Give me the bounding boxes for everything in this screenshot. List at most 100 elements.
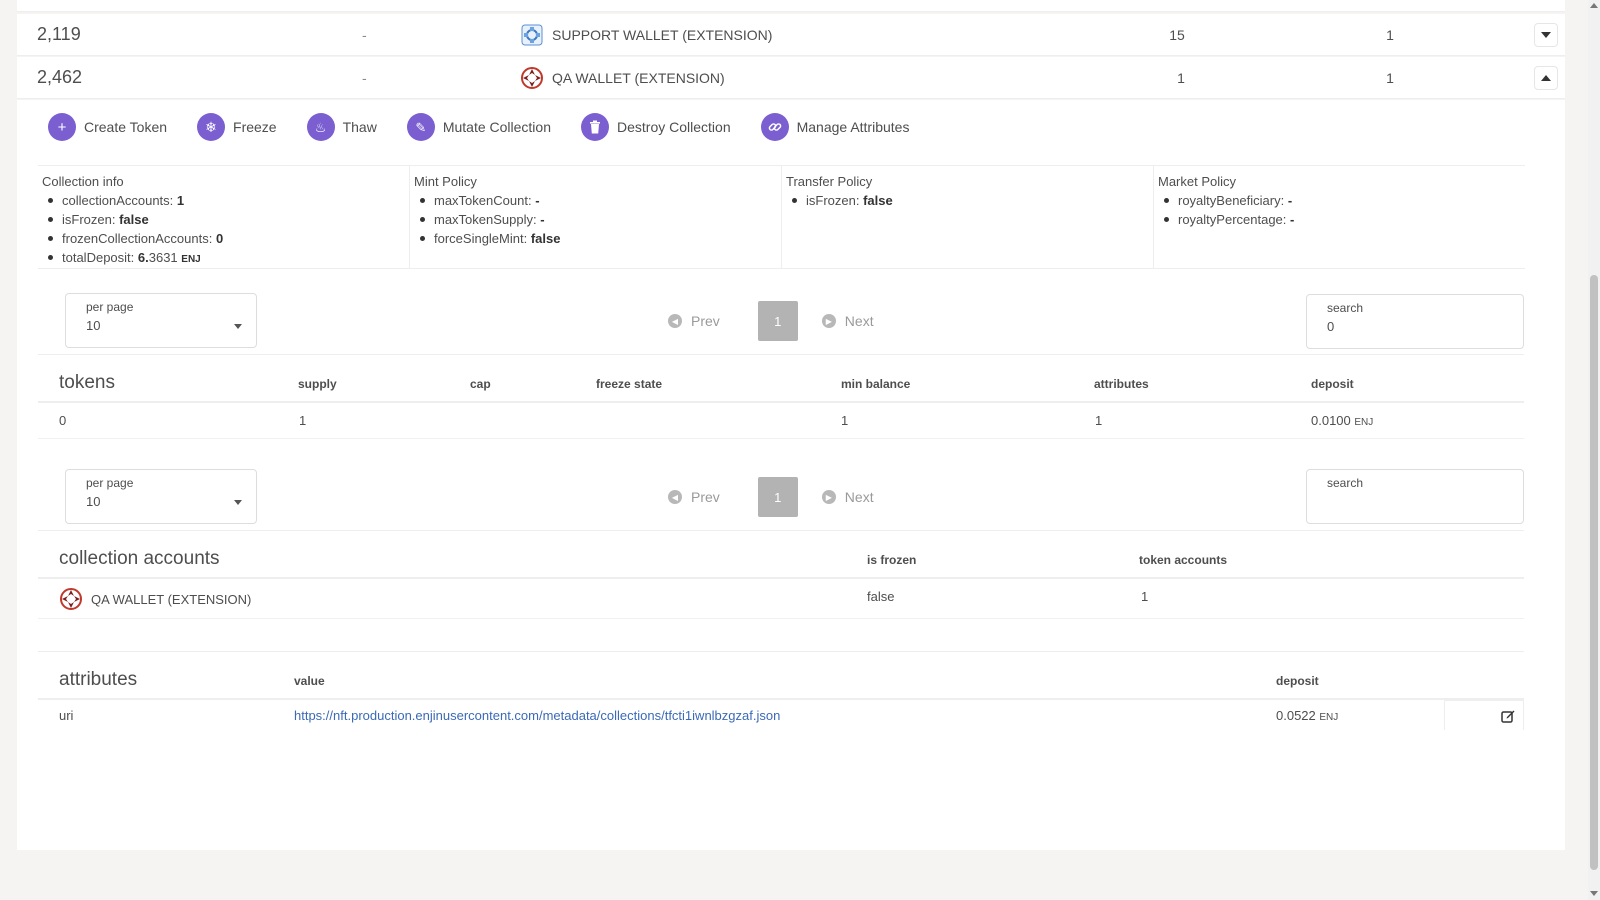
collection-accounts-table: collection accounts is frozen token acco… [38,530,1524,619]
accounts-per-page-select[interactable]: per page 10 [65,469,257,524]
scroll-thumb[interactable] [1590,275,1598,870]
chevron-down-icon [1541,31,1551,38]
column-header[interactable]: token accounts [1139,553,1227,567]
table-row[interactable]: 0 1 1 1 0.0100 ENJ [38,403,1524,439]
token-supply: 1 [299,413,307,428]
collection-id: 2,119 [37,24,81,44]
info-title: Collection info [42,174,124,189]
prev-button[interactable]: ◀ Prev [668,489,720,505]
action-label: Freeze [233,119,277,135]
owner-name: SUPPORT WALLET (EXTENSION) [552,26,773,43]
thaw-button[interactable]: ♨ Thaw [306,113,377,141]
column-header[interactable]: deposit [1276,674,1319,688]
table-row[interactable]: QA WALLET (EXTENSION) false 1 [38,579,1524,619]
plus-icon: + [48,113,76,141]
attribute-deposit: 0.0522 ENJ [1276,708,1339,723]
column-header[interactable]: min balance [841,377,910,391]
edit-attribute-button[interactable] [1444,700,1524,730]
action-label: Mutate Collection [442,119,551,135]
collection-owner: SUPPORT WALLET (EXTENSION) [520,23,772,47]
info-item: collectionAccounts: 1 [48,191,405,210]
per-page-label: per page [86,476,134,490]
tokens-pagination: ◀ Prev 1 ▶ Next [668,301,874,341]
edit-icon: ✎ [406,113,435,141]
search-label: search [1327,301,1364,315]
column-header[interactable]: freeze state [596,377,662,391]
per-page-value: 10 [86,318,101,333]
info-item: isFrozen: false [48,210,405,229]
column-header[interactable]: value [294,674,325,688]
info-title: Market Policy [1158,174,1237,189]
accounts-search-input[interactable]: search [1306,469,1524,524]
column-header[interactable]: deposit [1311,377,1354,391]
per-page-label: per page [86,300,134,314]
transfer-policy: Transfer Policy isFrozen: false [782,166,1154,268]
attribute-value-link[interactable]: https://nft.production.enjinusercontent.… [294,708,780,723]
scroll-down-arrow[interactable] [1590,891,1598,896]
account-is-frozen: false [867,589,895,604]
table-title: collection accounts [59,548,220,569]
accounts-pagination: ◀ Prev 1 ▶ Next [668,477,874,517]
avatar [520,23,544,47]
collection-placeholder: - [362,69,367,86]
market-policy: Market Policy royaltyBeneficiary: - roya… [1154,166,1525,268]
manage-attributes-button[interactable]: Manage Attributes [760,113,910,141]
action-label: Create Token [84,119,168,135]
owner-name: QA WALLET (EXTENSION) [552,69,725,86]
column-header[interactable]: attributes [1094,377,1149,391]
collection-row[interactable]: 2,119 - SUPPORT WALLET (EXTENSION) 15 1 [17,14,1565,56]
caret-down-icon [234,500,242,505]
info-item: maxTokenSupply: - [420,210,777,229]
arrow-right-icon: ▶ [821,490,836,504]
collection-row[interactable]: 2,462 - QA WALLET (EXTENSION) 1 1 [17,57,1565,99]
scroll-up-arrow[interactable] [1590,3,1598,8]
table-header: collection accounts is frozen token acco… [38,531,1524,579]
column-header[interactable]: is frozen [867,553,916,567]
info-item: isFrozen: false [792,191,1149,210]
attribute-key: uri [59,708,74,723]
search-label: search [1327,476,1364,490]
collection-count-b: 1 [1386,26,1394,43]
avatar [520,66,544,90]
info-title: Transfer Policy [786,174,873,189]
freeze-button[interactable]: ❄ Freeze [197,113,277,141]
mutate-collection-button[interactable]: ✎ Mutate Collection [406,113,551,141]
collection-owner: QA WALLET (EXTENSION) [520,66,725,90]
trash-icon [581,113,609,141]
next-button[interactable]: ▶ Next [821,489,874,505]
expand-button[interactable] [1534,22,1558,47]
page-scrollbar[interactable] [1588,0,1600,900]
collection-count-b: 1 [1386,69,1394,86]
next-button[interactable]: ▶ Next [821,313,874,329]
mint-policy: Mint Policy maxTokenCount: - maxTokenSup… [410,166,782,268]
tokens-search-input[interactable]: search 0 [1306,294,1524,349]
page-number-button[interactable]: 1 [757,301,798,341]
destroy-collection-button[interactable]: Destroy Collection [581,113,731,141]
tokens-table: tokens supply cap freeze state min balan… [38,354,1524,439]
collapse-button[interactable] [1534,65,1558,90]
collection-row-partial [17,0,1565,12]
table-title: tokens [59,372,115,393]
collection-count-a: 1 [1177,69,1185,86]
column-header[interactable]: cap [470,377,491,391]
table-row[interactable]: uri https://nft.production.enjinusercont… [38,700,1524,734]
chevron-up-icon [1541,74,1551,81]
create-token-button[interactable]: + Create Token [48,113,167,141]
table-header: attributes value deposit [38,652,1524,700]
arrow-left-icon: ◀ [668,490,682,504]
arrow-right-icon: ▶ [821,314,836,328]
action-label: Manage Attributes [796,119,910,135]
info-item: royaltyBeneficiary: - [1164,191,1521,210]
column-header[interactable]: supply [298,377,337,391]
info-title: Mint Policy [414,174,477,189]
tokens-per-page-select[interactable]: per page 10 [65,293,257,348]
snowflake-icon: ❄ [197,113,226,141]
search-value: 0 [1327,319,1335,334]
prev-button[interactable]: ◀ Prev [668,313,720,329]
action-label: Destroy Collection [617,119,731,135]
page-number-button[interactable]: 1 [757,477,798,517]
token-attributes: 1 [1095,413,1103,428]
info-item: totalDeposit: 6.3631 ENJ [48,248,405,269]
account-name: QA WALLET (EXTENSION) [91,591,252,607]
token-deposit: 0.0100 ENJ [1311,413,1374,428]
